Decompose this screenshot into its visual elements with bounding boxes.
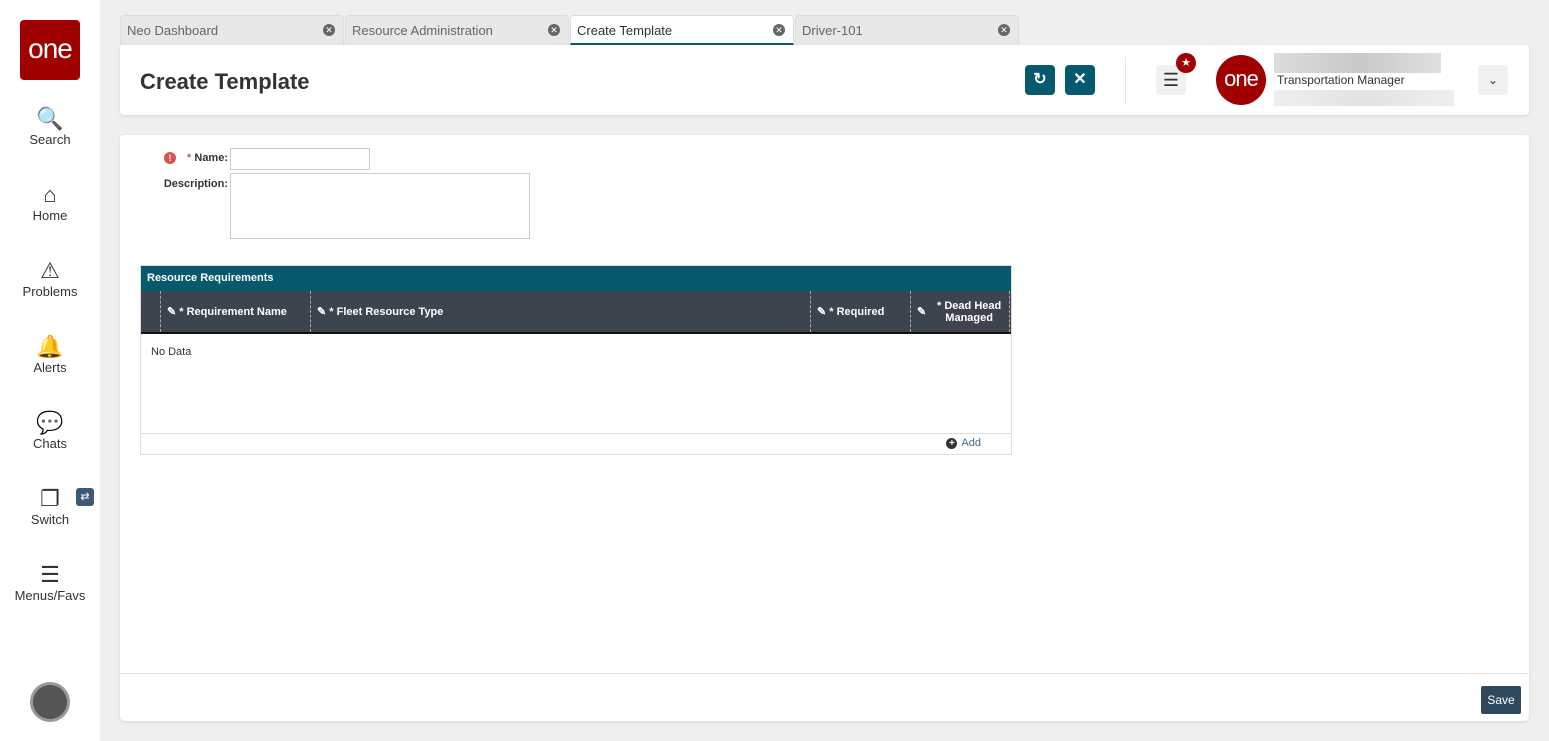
close-button[interactable]: ✕ [1065, 65, 1095, 95]
tab-label: Neo Dashboard [127, 23, 219, 38]
user-dropdown-button[interactable]: ⌄ [1478, 65, 1508, 95]
footer-divider [120, 673, 1529, 674]
user-org-redacted [1274, 90, 1454, 106]
tab-label: Driver-101 [802, 23, 863, 38]
user-role: Transportation Manager [1277, 73, 1405, 87]
close-icon[interactable]: ✕ [548, 24, 560, 36]
user-avatar: one [1216, 55, 1266, 105]
plus-circle-icon: + [946, 438, 958, 449]
close-icon[interactable]: ✕ [323, 24, 335, 36]
column-label: * Fleet Resource Type [329, 305, 444, 318]
column-label: * Requirement Name [179, 305, 287, 318]
column-required[interactable]: ✎ * Required [810, 291, 910, 332]
search-icon: 🔍 [36, 106, 64, 131]
column-requirement-name[interactable]: ✎ * Requirement Name [160, 291, 310, 332]
description-label: Description: [163, 178, 228, 190]
name-input[interactable] [230, 148, 370, 170]
page-header: Create Template ↻ ✕ ☰ ★ one Transportati… [120, 45, 1529, 115]
refresh-button[interactable]: ↻ [1025, 65, 1055, 95]
nav-menus-favs[interactable]: ☰ Menus/Favs [0, 562, 100, 603]
tab-driver-101[interactable]: Driver-101 ✕ [795, 15, 1019, 45]
nav-search[interactable]: 🔍 Search [0, 106, 100, 147]
close-icon[interactable]: ✕ [998, 24, 1010, 36]
nav-label: Search [29, 132, 71, 147]
no-data-text: No Data [151, 346, 192, 358]
description-input[interactable] [230, 173, 530, 239]
tab-create-template[interactable]: Create Template ✕ [570, 15, 794, 45]
bell-icon: 🔔 [36, 334, 64, 359]
home-icon: ⌂ [43, 182, 57, 207]
page-title: Create Template [140, 69, 310, 94]
nav-label: Chats [33, 436, 67, 451]
nav-label: Alerts [33, 360, 67, 375]
column-label: * Required [829, 305, 885, 318]
tab-label: Create Template [577, 23, 673, 38]
error-icon: ! [164, 152, 176, 164]
chat-icon: 💬 [36, 410, 64, 435]
edit-icon: ✎ [317, 306, 327, 318]
user-name-redacted [1274, 53, 1441, 73]
nav-label: Menus/Favs [14, 588, 86, 603]
tab-neo-dashboard[interactable]: Neo Dashboard ✕ [120, 15, 344, 45]
star-icon: ★ [1176, 53, 1196, 73]
main-panel: ! * Name: Description: Resource Requirem… [120, 135, 1529, 721]
tab-resource-administration[interactable]: Resource Administration ✕ [345, 15, 569, 45]
add-label: Add [961, 437, 981, 449]
nav-problems[interactable]: ⚠ Problems [0, 258, 100, 299]
app-logo[interactable]: one [20, 20, 80, 80]
column-dead-head-managed[interactable]: ✎ * Dead Head Managed [910, 291, 1010, 332]
column-label: * Dead Head Managed [937, 299, 1002, 324]
assistant-avatar[interactable] [30, 682, 70, 722]
resource-requirements-grid: Resource Requirements ✎ * Requirement Na… [140, 265, 1012, 455]
edit-icon: ✎ [817, 306, 827, 318]
warning-icon: ⚠ [40, 258, 60, 283]
save-button[interactable]: Save [1481, 686, 1521, 714]
menu-icon: ☰ [40, 562, 60, 587]
name-label: * Name: [187, 152, 228, 164]
column-fleet-resource-type[interactable]: ✎ * Fleet Resource Type [310, 291, 810, 332]
nav-alerts[interactable]: 🔔 Alerts [0, 334, 100, 375]
close-icon[interactable]: ✕ [773, 24, 785, 36]
nav-label: Home [32, 208, 68, 223]
nav-home[interactable]: ⌂ Home [0, 182, 100, 223]
sidebar: one 🔍 Search ⌂ Home ⚠ Problems 🔔 Alerts 💬 Cha… [0, 0, 100, 741]
grid-footer: + Add [141, 433, 1011, 454]
grid-title: Resource Requirements [141, 266, 1011, 291]
add-button[interactable]: + Add [946, 437, 981, 449]
edit-icon: ✎ [917, 306, 927, 318]
swap-icon: ⇄ [76, 488, 94, 506]
nav-label: Problems [22, 284, 78, 299]
divider [1125, 57, 1126, 105]
edit-icon: ✎ [167, 306, 177, 318]
grid-header: ✎ * Requirement Name ✎ * Fleet Resource … [141, 291, 1011, 334]
nav-chats[interactable]: 💬 Chats [0, 410, 100, 451]
tab-label: Resource Administration [352, 23, 493, 38]
nav-label: Switch [30, 512, 70, 527]
